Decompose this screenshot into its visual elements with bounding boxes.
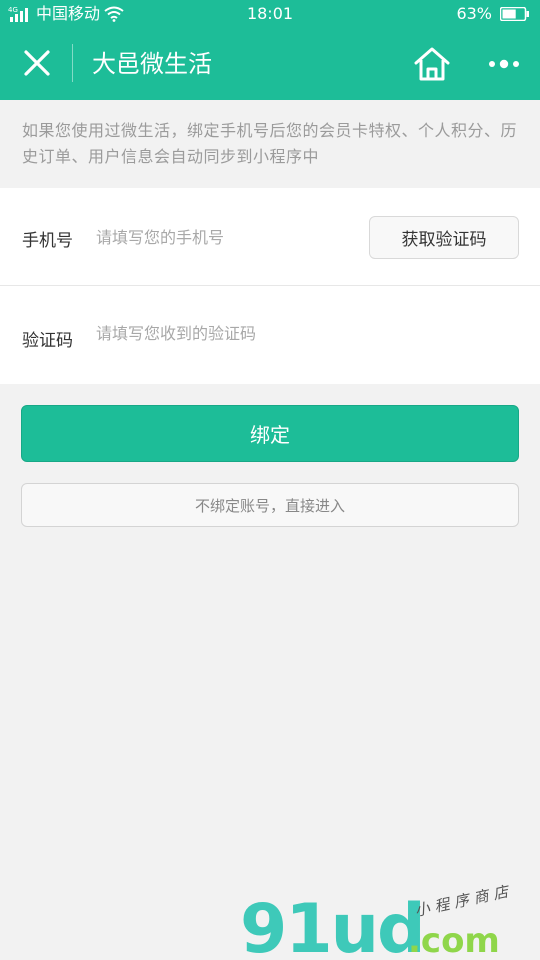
- get-code-button[interactable]: 获取验证码: [369, 216, 519, 259]
- status-bar: 4G 中国移动 18:01 63%: [0, 0, 540, 28]
- header: 4G 中国移动 18:01 63% 大邑微生活: [0, 0, 540, 100]
- battery-percent: 63%: [456, 4, 492, 23]
- watermark-brand: 91ud: [240, 890, 424, 956]
- phone-label: 手机号: [22, 231, 73, 251]
- bind-notice: 如果您使用过微生活，绑定手机号后您的会员卡特权、个人积分、历史订单、用户信息会自…: [22, 121, 518, 166]
- more-button[interactable]: [486, 52, 522, 76]
- nav-divider: [72, 44, 73, 82]
- status-right: 63%: [456, 0, 530, 28]
- home-icon: [414, 47, 450, 81]
- close-icon: [24, 50, 50, 76]
- code-row: 验证码: [0, 286, 540, 384]
- watermark-logo: 91ud .com 小程序商店: [240, 882, 515, 956]
- more-dots-icon: [489, 59, 519, 69]
- bind-form: 手机号 获取验证码 验证码: [0, 188, 540, 384]
- code-input[interactable]: [96, 318, 356, 348]
- code-label: 验证码: [22, 331, 73, 351]
- phone-input[interactable]: [96, 222, 356, 252]
- nav-bar: 大邑微生活: [0, 28, 540, 100]
- close-button[interactable]: [20, 46, 54, 80]
- bind-button[interactable]: 绑定: [21, 405, 519, 462]
- skip-bind-button[interactable]: 不绑定账号，直接进入: [21, 483, 519, 527]
- phone-row: 手机号 获取验证码: [0, 188, 540, 286]
- page-title: 大邑微生活: [92, 50, 212, 78]
- home-button[interactable]: [412, 44, 452, 84]
- watermark-domain: .com: [408, 921, 500, 956]
- watermark-tagline: 小程序商店: [413, 882, 515, 920]
- battery-icon: [500, 7, 529, 21]
